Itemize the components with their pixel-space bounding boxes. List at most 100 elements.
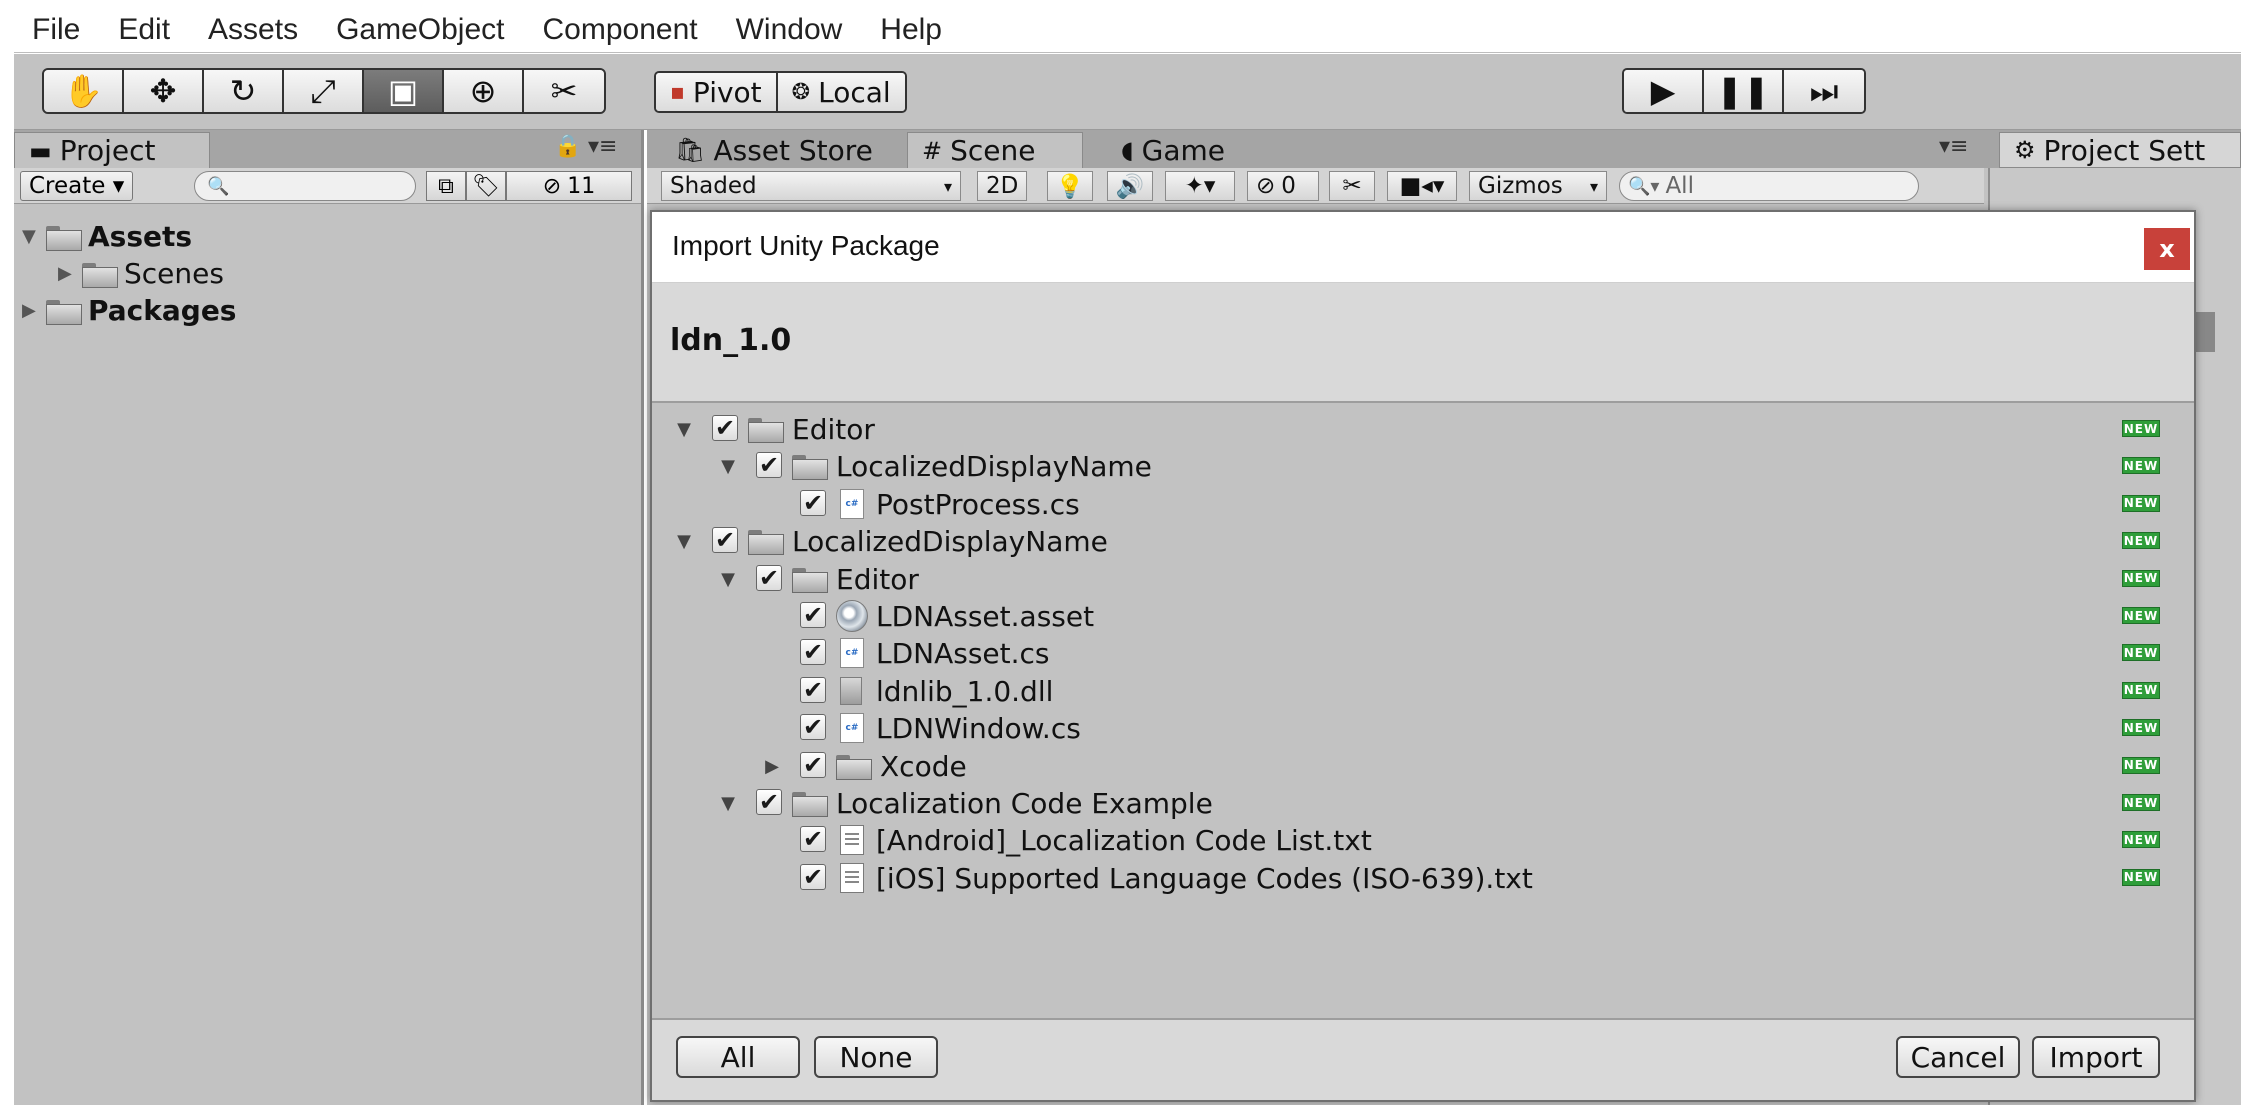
csharp-script-icon: c# [840, 713, 864, 744]
include-checkbox[interactable]: ✔ [800, 863, 826, 891]
include-checkbox[interactable]: ✔ [712, 414, 738, 442]
filter-type-button[interactable]: ⧉ [426, 171, 466, 201]
expanded-arrow-icon[interactable]: ▼ [716, 793, 740, 814]
import-item-label: [iOS] Supported Language Codes (ISO-639)… [876, 861, 1533, 895]
project-tree: ▼ Assets ▶ Scenes ▶ Packages [22, 218, 236, 329]
folder-icon [46, 299, 82, 325]
pause-icon: ❚❚ [1716, 72, 1770, 110]
expanded-arrow-icon[interactable]: ▼ [672, 419, 696, 440]
play-button[interactable]: ▶ [1624, 70, 1704, 112]
menu-item-file[interactable]: File [14, 6, 98, 53]
include-checkbox[interactable]: ✔ [756, 788, 782, 816]
lock-icon[interactable]: 🔒 [554, 134, 581, 159]
filter-label-button[interactable]: 🏷 [466, 171, 506, 201]
lighting-toggle[interactable]: 💡 [1047, 171, 1093, 201]
collapsed-arrow-icon[interactable]: ▶ [22, 300, 46, 321]
scale-tool-button[interactable]: ⤢ [284, 70, 364, 112]
import-item-row: ▼ ✔ LocalizedDisplayName NEW [652, 523, 2194, 560]
include-checkbox[interactable]: ✔ [800, 638, 826, 666]
hand-tool-button[interactable]: ✋ [44, 70, 124, 112]
import-item-label: LocalizedDisplayName [836, 450, 1152, 484]
gizmos-dropdown[interactable]: Gizmos ▾ [1469, 171, 1607, 201]
tab-game[interactable]: ◖ Game [1107, 132, 1239, 168]
hidden-objects-toggle[interactable]: ⊘ 0 [1247, 171, 1319, 201]
select-none-button[interactable]: None [814, 1036, 938, 1078]
dll-file-icon [840, 676, 862, 705]
move-tool-button[interactable]: ✥ [124, 70, 204, 112]
local-icon: ❂ [791, 79, 811, 105]
2d-toggle[interactable]: 2D [977, 171, 1028, 201]
menu-item-assets[interactable]: Assets [188, 6, 316, 53]
tools-toggle[interactable]: ✂ [1329, 171, 1375, 201]
import-item-label: Editor [792, 413, 875, 446]
transform-tool-button[interactable]: ⊕ [444, 70, 524, 112]
project-panel: ▬ Project 🔒 ▾≡ Create ▾ 🔍 ⧉ 🏷 ⊘ 11 ▼ Assets… [14, 130, 644, 1105]
project-tree-item[interactable]: ▼ Assets [22, 218, 236, 255]
include-checkbox[interactable]: ✔ [800, 489, 826, 517]
cancel-button[interactable]: Cancel [1896, 1036, 2020, 1078]
custom-tool-tool-button[interactable]: ✂ [524, 70, 604, 112]
include-checkbox[interactable]: ✔ [756, 564, 782, 592]
scene-search-input[interactable]: 🔍▾ All [1619, 171, 1919, 201]
import-item-row: ✔ [Android]_Localization Code List.txt NEW [652, 822, 2194, 859]
import-item-label: Localization Code Example [836, 787, 1213, 820]
store-icon: 🛍 [675, 136, 706, 164]
project-search-input[interactable]: 🔍 [194, 171, 416, 201]
create-button[interactable]: Create ▾ [20, 171, 134, 201]
expanded-arrow-icon[interactable]: ▼ [716, 456, 740, 477]
include-checkbox[interactable]: ✔ [800, 601, 826, 629]
tab-project[interactable]: ▬ Project [14, 132, 210, 168]
camera-icon: ■◂▾ [1399, 173, 1445, 199]
tab-project-settings[interactable]: ⚙ Project Sett [1999, 132, 2241, 168]
audio-toggle[interactable]: 🔊 [1107, 171, 1153, 201]
panel-menu-icon[interactable]: ▾≡ [1939, 134, 1968, 159]
project-tree-item[interactable]: ▶ Packages [22, 292, 236, 329]
menu-item-component[interactable]: Component [522, 6, 715, 53]
tab-scene[interactable]: # Scene [907, 132, 1083, 168]
step-button[interactable]: ⏭ [1784, 70, 1864, 112]
shading-mode-dropdown[interactable]: Shaded ▾ [661, 171, 961, 201]
search-icon: 🔍▾ [1628, 175, 1660, 197]
new-badge: NEW [2122, 794, 2160, 811]
close-button[interactable]: x [2144, 228, 2190, 270]
expanded-arrow-icon[interactable]: ▼ [716, 569, 740, 590]
include-checkbox[interactable]: ✔ [800, 751, 826, 779]
menu-item-gameobject[interactable]: GameObject [316, 6, 522, 53]
menu-item-help[interactable]: Help [860, 6, 960, 53]
speaker-icon: 🔊 [1115, 173, 1145, 200]
include-checkbox[interactable]: ✔ [756, 451, 782, 479]
collapsed-arrow-icon[interactable]: ▶ [58, 263, 82, 284]
include-checkbox[interactable]: ✔ [712, 526, 738, 554]
select-all-button[interactable]: All [676, 1036, 800, 1078]
menu-item-window[interactable]: Window [716, 6, 861, 53]
rect-tool-tool-button[interactable]: ▣ [364, 70, 444, 112]
pause-button[interactable]: ❚❚ [1704, 70, 1784, 112]
include-checkbox[interactable]: ✔ [800, 713, 826, 741]
import-item-row: ▼ ✔ LocalizedDisplayName NEW [652, 448, 2194, 485]
collapsed-arrow-icon[interactable]: ▶ [760, 756, 784, 777]
new-badge: NEW [2122, 644, 2160, 662]
import-button[interactable]: Import [2032, 1036, 2160, 1078]
effects-dropdown[interactable]: ✦▾ [1165, 171, 1235, 201]
include-checkbox[interactable]: ✔ [800, 825, 826, 853]
tools-icon: ✂ [1342, 173, 1362, 199]
main-toolbar: ✋ ✥ ↻ ⤢ ▣ ⊕ ✂ ▪ Pivot ❂ Local ▶ ❚❚ ⏭ [14, 54, 2241, 130]
local-toggle[interactable]: ❂ Local [777, 73, 905, 111]
menu-item-edit[interactable]: Edit [98, 6, 188, 53]
include-checkbox[interactable]: ✔ [800, 676, 826, 704]
new-badge: NEW [2122, 569, 2160, 587]
camera-dropdown[interactable]: ■◂▾ [1387, 171, 1457, 201]
tab-asset-store[interactable]: 🛍 Asset Store [661, 132, 887, 168]
import-item-row: ✔ c# PostProcess.cs NEW [652, 486, 2194, 523]
expanded-arrow-icon[interactable]: ▼ [672, 531, 696, 552]
new-badge: NEW [2122, 719, 2160, 737]
settings-scrollbar-thumb[interactable] [2195, 312, 2215, 352]
project-tree-item[interactable]: ▶ Scenes [22, 255, 236, 292]
import-item-row: ✔ LDNAsset.asset NEW [652, 598, 2194, 635]
expanded-arrow-icon[interactable]: ▼ [22, 226, 46, 247]
panel-menu-icon[interactable]: ▾≡ [588, 134, 617, 159]
rotate-tool-button[interactable]: ↻ [204, 70, 284, 112]
hidden-packages-button[interactable]: ⊘ 11 [506, 171, 632, 201]
csharp-script-icon: c# [840, 488, 864, 519]
pivot-toggle[interactable]: ▪ Pivot [656, 73, 778, 111]
